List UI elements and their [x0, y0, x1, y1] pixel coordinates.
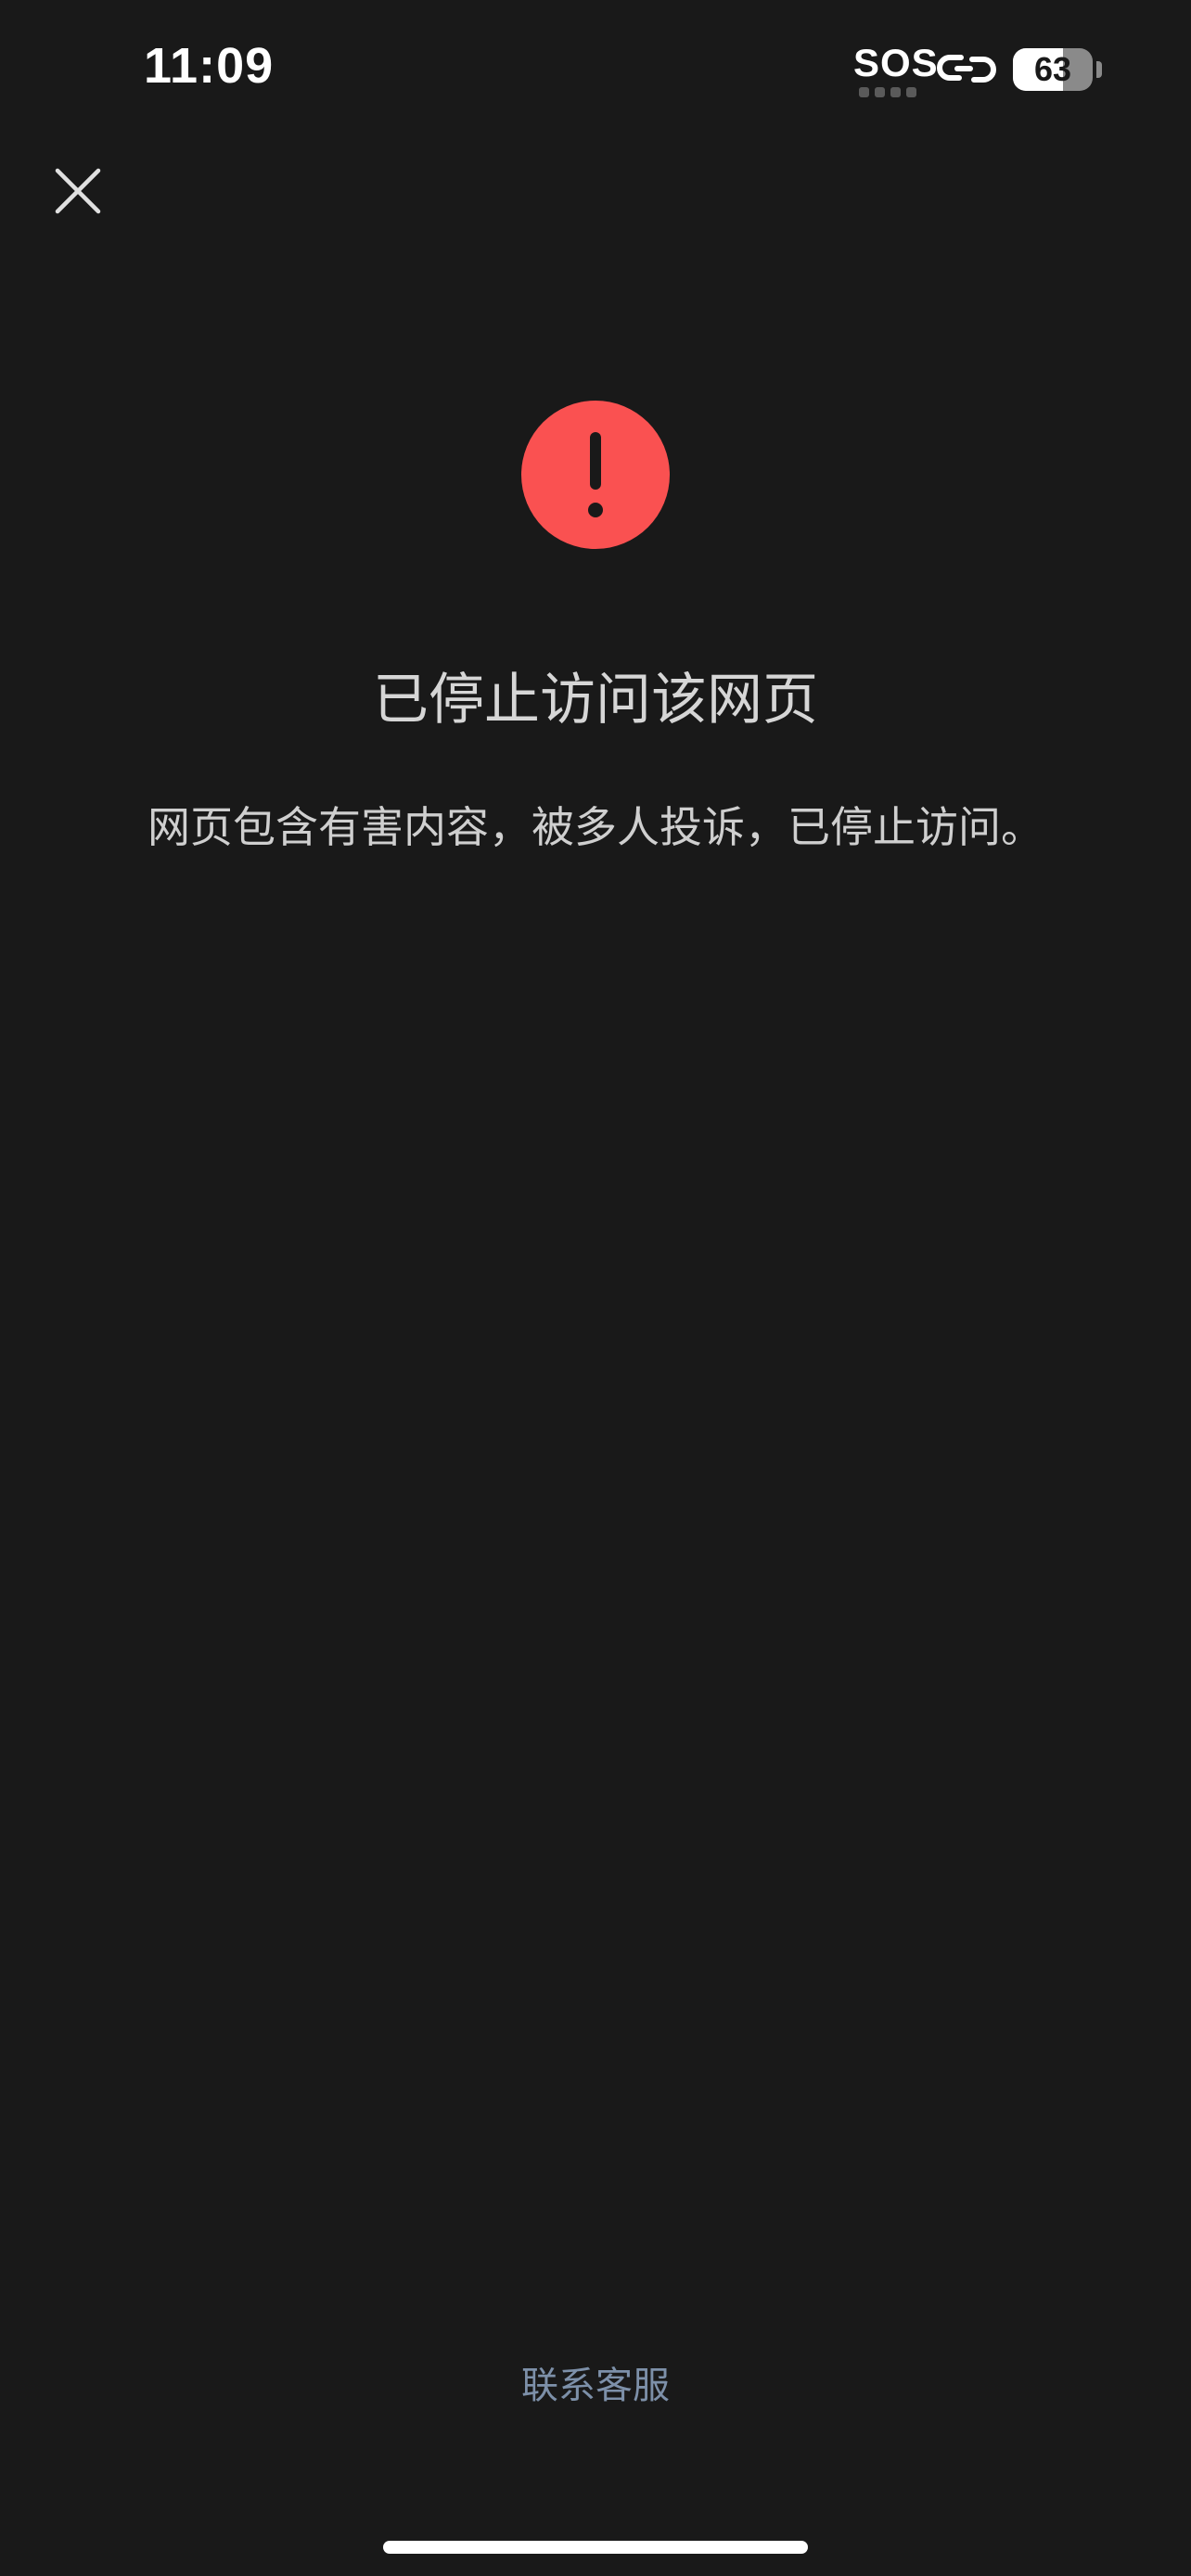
signal-dots: [859, 87, 916, 97]
signal-dot: [890, 87, 901, 97]
page-title: 已停止访问该网页: [373, 668, 818, 733]
exclamation-bar: [590, 432, 601, 490]
signal-dot: [906, 87, 916, 97]
sos-indicator: SOS: [853, 41, 939, 84]
exclamation-icon: [521, 401, 670, 549]
signal-dot: [859, 87, 869, 97]
close-icon: [55, 168, 101, 214]
close-button[interactable]: [45, 158, 111, 224]
screen: 11:09 SOS 63 已停止访问该网页 网页包含有害内容，被多人投诉，已停止…: [0, 0, 1191, 2576]
link-icon: [937, 55, 996, 83]
home-indicator[interactable]: [383, 2541, 808, 2554]
battery-level: 63: [1033, 50, 1072, 88]
page-message: 网页包含有害内容，被多人投诉，已停止访问。: [147, 802, 1044, 852]
battery-indicator: 63: [1013, 48, 1093, 91]
status-time: 11:09: [144, 38, 275, 94]
exclamation-dot: [588, 503, 603, 517]
signal-dot: [875, 87, 885, 97]
battery-cap: [1096, 61, 1102, 78]
contact-support-link[interactable]: 联系客服: [0, 2358, 1191, 2414]
